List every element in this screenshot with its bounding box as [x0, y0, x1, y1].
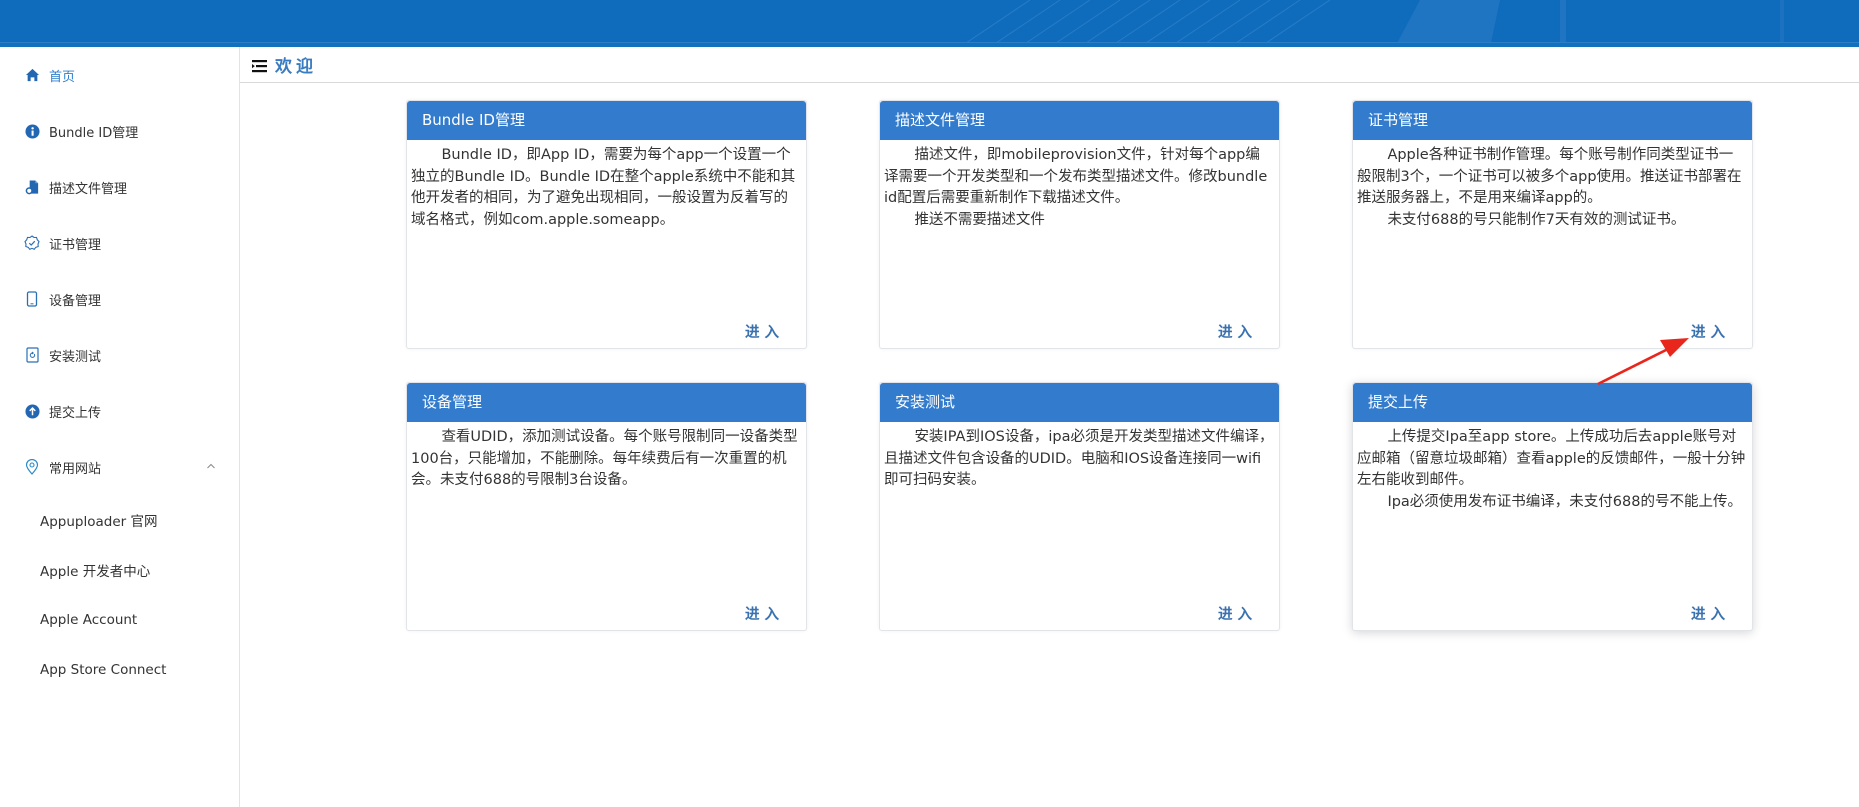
card-title: 安装测试 — [880, 383, 1279, 422]
sidebar-item-certificates[interactable]: 证书管理 — [0, 223, 239, 263]
sidebar: 首页 Bundle ID管理 描述文件管理 证书管理 设备管理 安装测试 提交上… — [0, 47, 240, 807]
sidebar-link-apple-account[interactable]: Apple Account — [0, 602, 239, 638]
top-header-bar — [0, 0, 1859, 47]
menu-icon[interactable] — [252, 58, 267, 72]
arrow-shaft — [1597, 347, 1669, 386]
card-bundle-id: Bundle ID管理 Bundle ID，即App ID，需要为每个app一个… — [406, 100, 807, 349]
card-title: 描述文件管理 — [880, 101, 1279, 140]
home-icon — [24, 67, 40, 83]
card-certificates: 证书管理 Apple各种证书制作管理。每个账号制作同类型证书一般限制3个，一个证… — [1352, 100, 1753, 349]
card-description: 安装IPA到IOS设备，ipa必须是开发类型描述文件编译，且描述文件包含设备的U… — [880, 422, 1279, 492]
card-paragraph: Apple各种证书制作管理。每个账号制作同类型证书一般限制3个，一个证书可以被多… — [1357, 147, 1742, 206]
card-description: 查看UDID，添加测试设备。每个账号限制同一设备类型100台，只能增加，不能删除… — [407, 422, 806, 492]
enter-link[interactable]: 进入 — [1691, 603, 1730, 624]
card-paragraph: 上传提交Ipa至app store。上传成功后去apple账号对应邮箱（留意垃圾… — [1357, 429, 1746, 488]
enter-link[interactable]: 进入 — [1691, 321, 1730, 342]
sidebar-item-label: 安装测试 — [49, 349, 102, 365]
chevron-up-icon[interactable] — [205, 460, 217, 472]
sidebar-link-appuploader[interactable]: Appuploader 官网 — [0, 502, 239, 538]
sidebar-link-label: Apple Account — [40, 612, 138, 628]
sidebar-item-label: 证书管理 — [49, 237, 102, 253]
sidebar-link-label: App Store Connect — [40, 662, 167, 678]
card-paragraph: 查看UDID，添加测试设备。每个账号限制同一设备类型100台，只能增加，不能删除… — [411, 429, 798, 488]
file-gear-icon — [24, 179, 40, 195]
sidebar-link-label: Apple 开发者中心 — [40, 564, 151, 580]
card-devices: 设备管理 查看UDID，添加测试设备。每个账号限制同一设备类型100台，只能增加… — [406, 382, 807, 631]
card-title: 证书管理 — [1353, 101, 1752, 140]
badge-check-icon — [24, 235, 40, 251]
enter-link[interactable]: 进入 — [1218, 603, 1257, 624]
location-pin-icon — [24, 459, 40, 475]
enter-link[interactable]: 进入 — [745, 603, 784, 624]
sidebar-item-install-test[interactable]: 安装测试 — [0, 335, 239, 375]
card-description: 描述文件，即mobileprovision文件，针对每个app编译需要一个开发类… — [880, 140, 1279, 231]
sidebar-item-profiles[interactable]: 描述文件管理 — [0, 167, 239, 207]
info-icon — [24, 123, 40, 139]
sidebar-item-home[interactable]: 首页 — [0, 55, 239, 95]
card-title: Bundle ID管理 — [407, 101, 806, 140]
sidebar-item-label: Bundle ID管理 — [49, 125, 139, 141]
card-paragraph: 安装IPA到IOS设备，ipa必须是开发类型描述文件编译，且描述文件包含设备的U… — [884, 429, 1274, 488]
card-paragraph: 未支付688的号只能制作7天有效的测试证书。 — [1387, 211, 1686, 228]
sidebar-item-bundle-id[interactable]: Bundle ID管理 — [0, 111, 239, 151]
sidebar-group-common-sites[interactable]: 常用网站 — [0, 447, 239, 487]
card-paragraph: 描述文件，即mobileprovision文件，针对每个app编译需要一个开发类… — [884, 147, 1268, 206]
sidebar-item-label: 首页 — [49, 69, 76, 85]
page-title: 欢迎 — [275, 57, 317, 77]
card-profiles: 描述文件管理 描述文件，即mobileprovision文件，针对每个app编译… — [879, 100, 1280, 349]
card-description: Bundle ID，即App ID，需要为每个app一个设置一个独立的Bundl… — [407, 140, 806, 231]
sidebar-link-apple-developer[interactable]: Apple 开发者中心 — [0, 552, 239, 588]
sidebar-link-label: Appuploader 官网 — [40, 514, 158, 530]
phone-icon — [24, 291, 40, 307]
card-title: 提交上传 — [1353, 383, 1752, 422]
sidebar-item-devices[interactable]: 设备管理 — [0, 279, 239, 319]
sidebar-item-label: 提交上传 — [49, 405, 102, 421]
sidebar-item-upload[interactable]: 提交上传 — [0, 391, 239, 431]
enter-link[interactable]: 进入 — [745, 321, 784, 342]
page-title-bar: 欢迎 — [240, 47, 1859, 83]
card-paragraph: Bundle ID，即App ID，需要为每个app一个设置一个独立的Bundl… — [411, 147, 796, 228]
card-upload: 提交上传 上传提交Ipa至app store。上传成功后去apple账号对应邮箱… — [1352, 382, 1753, 631]
card-title: 设备管理 — [407, 383, 806, 422]
sidebar-group-label: 常用网站 — [49, 461, 102, 477]
card-description: Apple各种证书制作管理。每个账号制作同类型证书一般限制3个，一个证书可以被多… — [1353, 140, 1752, 231]
upload-icon — [24, 403, 40, 419]
card-paragraph: 推送不需要描述文件 — [914, 211, 1045, 228]
install-icon — [24, 347, 40, 363]
header-background-pattern — [959, 0, 1784, 47]
card-description: 上传提交Ipa至app store。上传成功后去apple账号对应邮箱（留意垃圾… — [1353, 422, 1752, 513]
sidebar-item-label: 描述文件管理 — [49, 181, 128, 197]
card-paragraph: Ipa必须使用发布证书编译，未支付688的号不能上传。 — [1387, 493, 1742, 510]
sidebar-link-app-store-connect[interactable]: App Store Connect — [0, 652, 239, 688]
sidebar-item-label: 设备管理 — [49, 293, 102, 309]
enter-link[interactable]: 进入 — [1218, 321, 1257, 342]
card-install-test: 安装测试 安装IPA到IOS设备，ipa必须是开发类型描述文件编译，且描述文件包… — [879, 382, 1280, 631]
